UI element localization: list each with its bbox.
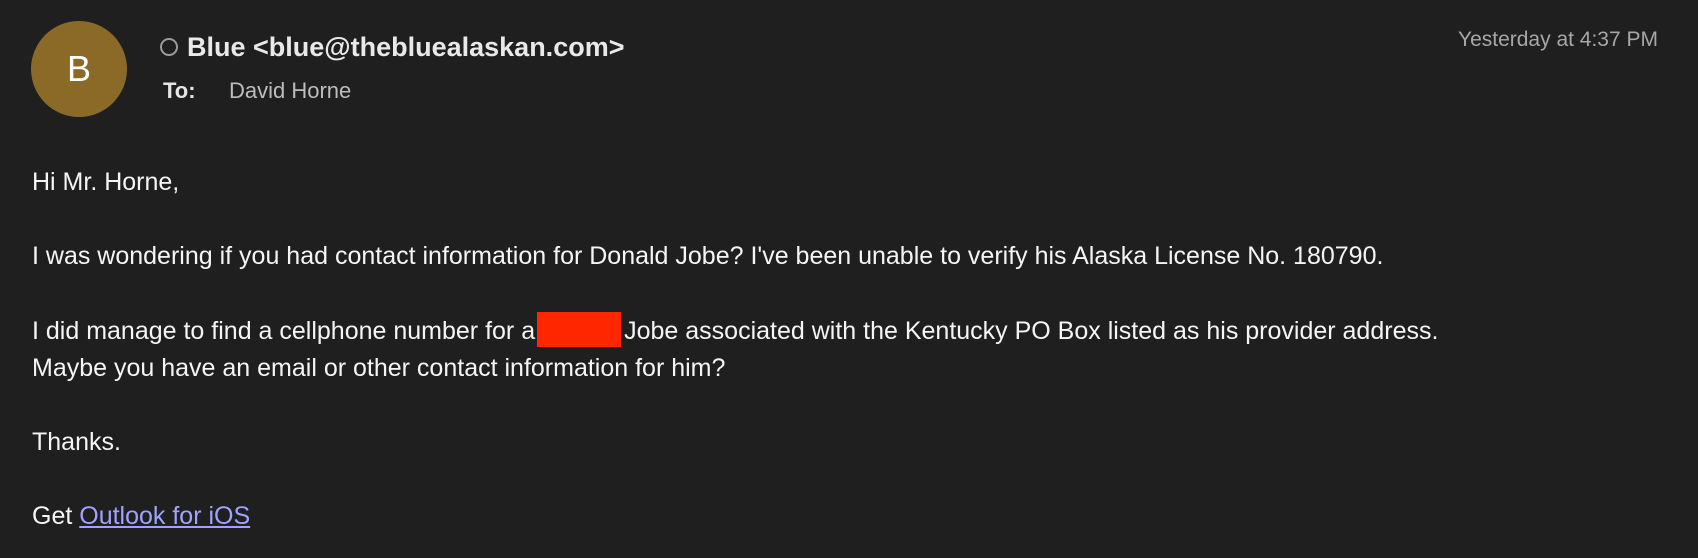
- sender-name[interactable]: Blue <blue@thebluealaskan.com>: [187, 32, 624, 63]
- circle-outline-icon: [160, 38, 178, 56]
- body-paragraph-2: I did manage to find a cellphone number …: [32, 312, 1672, 350]
- signature-prefix: Get: [32, 502, 73, 530]
- message-body: Hi Mr. Horne, I was wondering if you had…: [32, 164, 1672, 535]
- recipient-row: To: David Horne: [163, 78, 351, 104]
- outlook-ios-link[interactable]: Outlook for iOS: [79, 502, 250, 530]
- signature: Get Outlook for iOS: [32, 498, 1672, 535]
- sender-avatar[interactable]: B: [31, 21, 127, 117]
- thanks-text: Thanks.: [32, 428, 121, 456]
- greeting-text: Hi Mr. Horne,: [32, 168, 180, 196]
- paragraph-2-end: Jobe associated with the Kentucky PO Box…: [624, 317, 1439, 345]
- sender-row: Blue <blue@thebluealaskan.com>: [160, 31, 624, 63]
- paragraph-2-start: I did manage to find a cellphone number …: [32, 317, 536, 345]
- to-label: To:: [163, 78, 196, 103]
- message-timestamp: Yesterday at 4:37 PM: [1457, 28, 1658, 51]
- body-paragraph-1: I was wondering if you had contact infor…: [32, 242, 1384, 270]
- avatar-initial: B: [66, 48, 91, 89]
- redaction-box: [537, 312, 622, 347]
- body-paragraph-2-line-2: Maybe you have an email or other contact…: [32, 354, 726, 382]
- message-header: B Blue <blue@thebluealaskan.com> To: Dav…: [0, 0, 1698, 140]
- recipient-name[interactable]: David Horne: [229, 78, 351, 104]
